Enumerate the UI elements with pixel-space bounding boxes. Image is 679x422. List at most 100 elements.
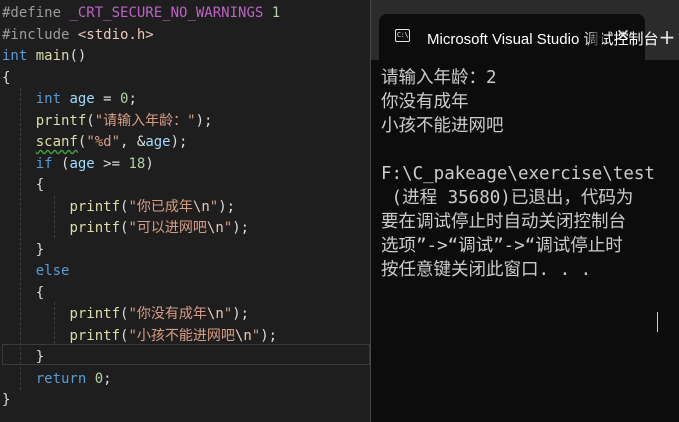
code-line[interactable]: } xyxy=(2,390,10,411)
code-token: { xyxy=(2,69,11,86)
text-cursor xyxy=(657,312,658,332)
code-line[interactable]: #define _CRT_SECURE_NO_WARNINGS 1 xyxy=(2,3,280,24)
code-token: printf xyxy=(69,306,121,322)
code-line[interactable]: scanf("%d", &age); xyxy=(2,132,188,153)
code-token: int xyxy=(35,91,62,107)
terminal-icon: C:\ xyxy=(395,29,410,42)
code-token: ; xyxy=(128,91,137,107)
code-line[interactable]: printf("你没有成年\n"); xyxy=(2,304,249,325)
code-token: printf xyxy=(69,220,121,236)
console-line: 选项”->“调试”->“调试停止时 xyxy=(381,236,623,256)
indent-guide xyxy=(54,196,55,238)
code-line[interactable]: printf("请输入年龄："); xyxy=(2,111,213,132)
code-token: , & xyxy=(120,134,146,150)
console-line: 请输入年龄：2 xyxy=(381,68,497,88)
code-token: ) xyxy=(145,155,154,172)
code-token: return xyxy=(35,370,87,387)
code-token: ); xyxy=(218,198,236,215)
code-token: "小孩不能进网吧 xyxy=(128,327,235,344)
code-line[interactable]: else xyxy=(2,261,70,282)
code-token: { xyxy=(2,284,45,301)
code-token: #define xyxy=(2,5,70,21)
console-output[interactable]: 请输入年龄：2 你没有成年 小孩不能进网吧 F:\C_pakeage\exerc… xyxy=(371,60,679,422)
code-token: "可以进网吧 xyxy=(128,220,207,236)
code-line[interactable]: { xyxy=(2,283,44,304)
code-line[interactable]: int age = 0; xyxy=(2,89,137,110)
terminal-tab[interactable]: C:\ Microsoft Visual Studio 调试控制台 ✕ xyxy=(379,14,658,60)
code-token: " xyxy=(209,198,219,215)
code-line[interactable]: return 0; xyxy=(2,369,112,390)
code-token: if xyxy=(35,155,53,172)
code-token: } xyxy=(2,241,45,258)
code-token: \n xyxy=(206,306,224,322)
code-token: () xyxy=(69,48,87,64)
code-token: <stdio.h> xyxy=(77,26,154,43)
code-token: " xyxy=(251,327,261,344)
code-token: 1 xyxy=(271,5,281,21)
code-token: printf xyxy=(69,327,121,344)
code-token: { xyxy=(2,177,45,193)
code-line[interactable]: #include <stdio.h> xyxy=(2,25,154,46)
code-token: _CRT_SECURE_NO_WARNINGS xyxy=(69,5,264,21)
code-line[interactable]: { xyxy=(2,68,10,89)
close-icon[interactable]: ✕ xyxy=(613,24,633,48)
code-token: " xyxy=(223,220,233,236)
current-line-highlight xyxy=(2,344,370,365)
code-token: scanf xyxy=(35,134,78,150)
code-token: ( xyxy=(86,112,95,129)
code-token: ); xyxy=(260,327,278,344)
code-token: printf xyxy=(69,198,121,215)
code-line[interactable]: } xyxy=(2,240,44,261)
console-window[interactable]: C:\ Microsoft Visual Studio 调试控制台 ✕ + 请输… xyxy=(370,0,679,422)
code-token: \n xyxy=(206,220,224,236)
code-token: 0 xyxy=(94,370,104,387)
code-token: } xyxy=(2,392,11,408)
code-line[interactable]: printf("你已成年\n"); xyxy=(2,197,235,218)
code-token: \n xyxy=(234,327,252,344)
code-token: " xyxy=(223,306,233,322)
code-line[interactable]: int main() xyxy=(2,46,86,67)
code-token: "请输入年龄：" xyxy=(94,112,196,129)
code-line[interactable]: if (age >= 18) xyxy=(2,154,154,175)
code-token: "%d" xyxy=(86,134,121,150)
code-token: = xyxy=(94,91,121,107)
code-token: int xyxy=(2,48,28,64)
code-line[interactable]: { xyxy=(2,175,44,196)
code-token: 18 xyxy=(128,155,146,172)
console-line: 你没有成年 xyxy=(381,92,469,112)
new-tab-button[interactable]: + xyxy=(654,24,679,50)
code-token: ); xyxy=(170,134,188,150)
code-line[interactable]: printf("可以进网吧\n"); xyxy=(2,218,249,239)
indent-guide xyxy=(54,302,55,344)
code-token: ; xyxy=(103,370,112,387)
code-token: >= xyxy=(94,155,129,172)
console-line: (进程 35680)已退出，代码为 xyxy=(381,188,634,208)
code-token: "你没有成年 xyxy=(128,306,207,322)
code-token: #include xyxy=(2,26,78,43)
console-line: 要在调试停止时自动关闭控制台 xyxy=(381,212,626,232)
terminal-titlebar[interactable]: C:\ Microsoft Visual Studio 调试控制台 ✕ + xyxy=(371,0,679,60)
console-line: 按任意键关闭此窗口. . . xyxy=(381,260,592,280)
code-token: printf xyxy=(35,112,87,129)
code-token: age xyxy=(69,155,95,172)
console-line: 小孩不能进网吧 xyxy=(381,116,504,136)
code-token: \n xyxy=(192,198,210,215)
tab-title-fade xyxy=(584,22,602,52)
code-token: age xyxy=(69,91,95,107)
code-token: else xyxy=(35,263,70,279)
code-token: ); xyxy=(195,112,213,129)
code-token: ( xyxy=(52,155,70,172)
